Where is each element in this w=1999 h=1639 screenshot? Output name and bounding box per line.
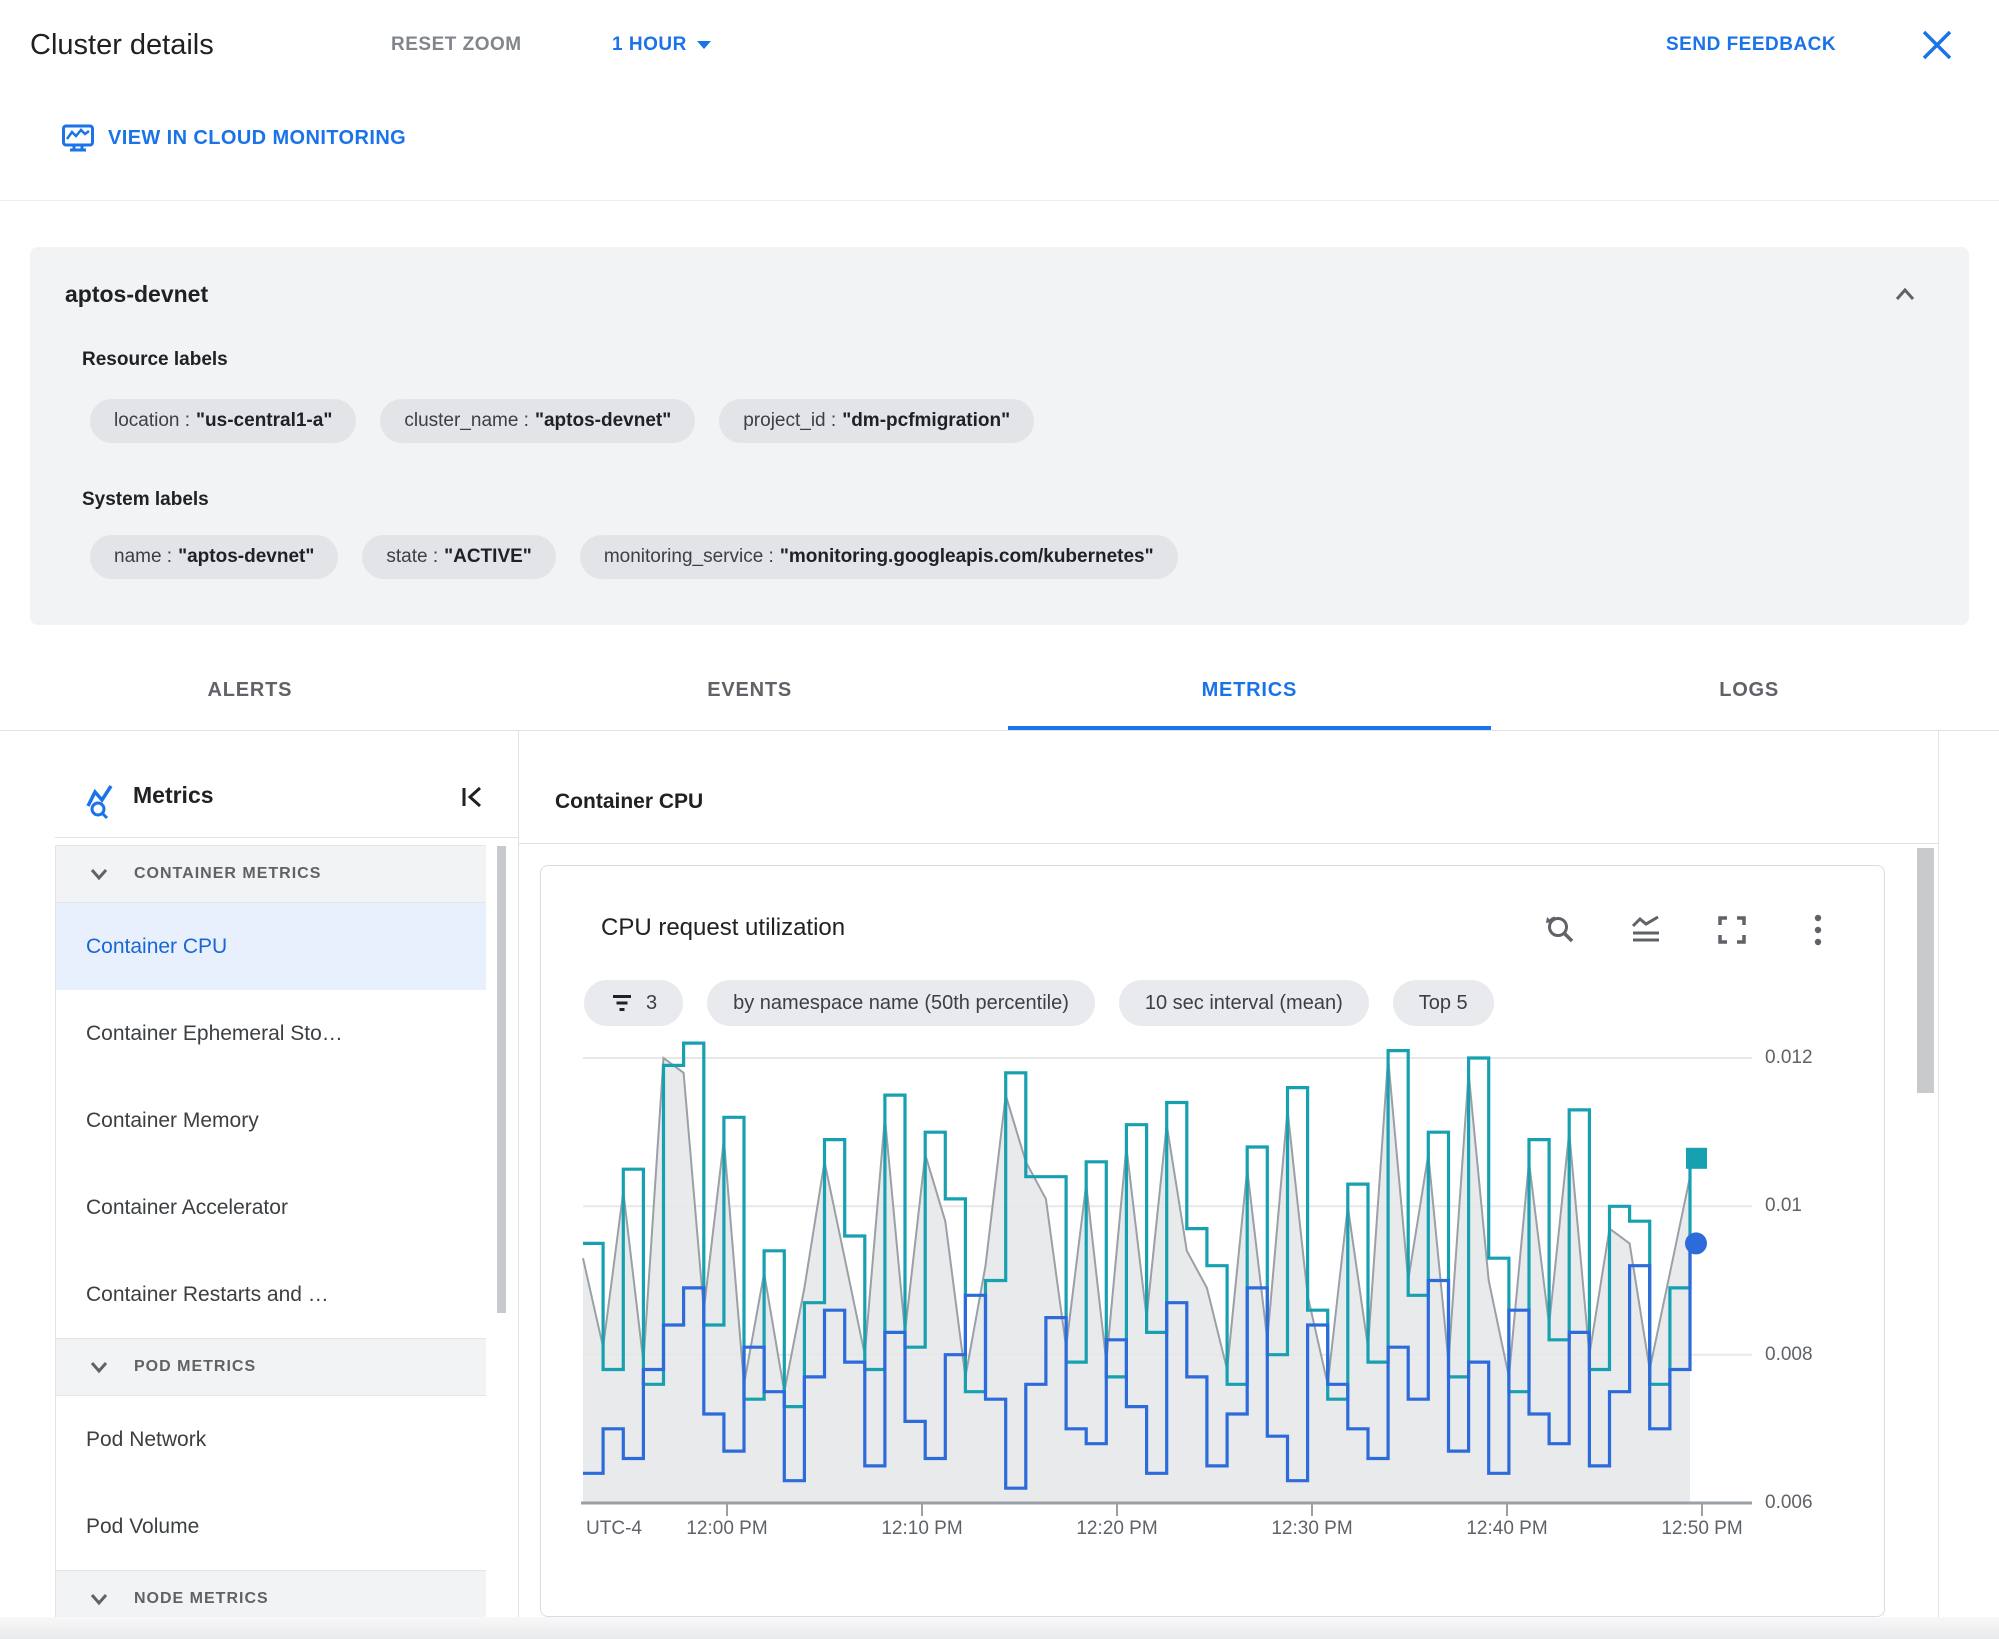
- cluster-details-panel: Cluster details RESET ZOOM 1 HOUR SEND F…: [0, 0, 1999, 1639]
- cpu-request-utilization-plot[interactable]: [0, 0, 1999, 1639]
- x-axis-ticks: [726, 1504, 1703, 1516]
- blue-series-end-marker: [1685, 1232, 1707, 1255]
- chart-region: 0.012 0.01 0.008 0.006 UTC-4 12:00 PM 12:10 P…: [0, 0, 1999, 1639]
- bottom-edge-shadow: [0, 1617, 1999, 1639]
- teal-series-end-marker: [1686, 1147, 1707, 1169]
